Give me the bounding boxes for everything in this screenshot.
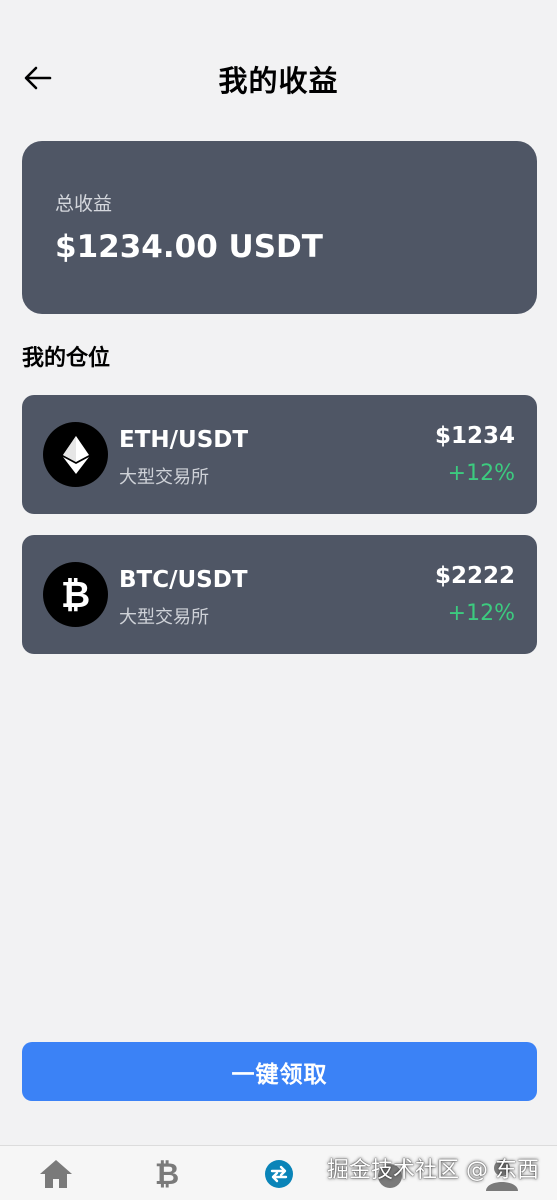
position-exchange: 大型交易所	[119, 607, 209, 628]
page-title: 我的收益	[218, 64, 339, 98]
total-earnings-label: 总收益	[55, 193, 113, 215]
position-exchange: 大型交易所	[119, 467, 209, 488]
position-change: +12%	[447, 601, 515, 626]
position-card-btc[interactable]: ₿ BTC/USDT 大型交易所 $2222 +12%	[22, 535, 537, 654]
home-icon	[40, 1160, 72, 1188]
swap-icon	[265, 1160, 293, 1188]
header: 我的收益	[0, 0, 557, 150]
ethereum-icon	[43, 422, 108, 487]
position-amount: $2222	[434, 563, 515, 589]
total-earnings-card: 总收益 $1234.00 USDT	[22, 141, 537, 314]
tab-home[interactable]	[36, 1154, 76, 1194]
bottom-tab-bar: ₿ 掘金技术社区 @ 东西	[0, 1145, 557, 1200]
positions-section-title: 我的仓位	[22, 346, 111, 371]
tab-trade[interactable]	[259, 1154, 299, 1194]
bitcoin-icon: ₿	[43, 562, 108, 627]
total-earnings-value: $1234.00 USDT	[55, 229, 323, 265]
position-card-eth[interactable]: ETH/USDT 大型交易所 $1234 +12%	[22, 395, 537, 514]
position-pair: ETH/USDT	[119, 427, 249, 453]
watermark: 掘金技术社区 @ 东西	[327, 1158, 539, 1183]
position-change: +12%	[447, 461, 515, 486]
position-amount: $1234	[434, 423, 515, 449]
bitcoin-icon: ₿	[154, 1156, 180, 1192]
position-pair: BTC/USDT	[119, 567, 248, 593]
tab-market[interactable]: ₿	[147, 1154, 187, 1194]
claim-all-button[interactable]: 一键领取	[22, 1042, 537, 1101]
